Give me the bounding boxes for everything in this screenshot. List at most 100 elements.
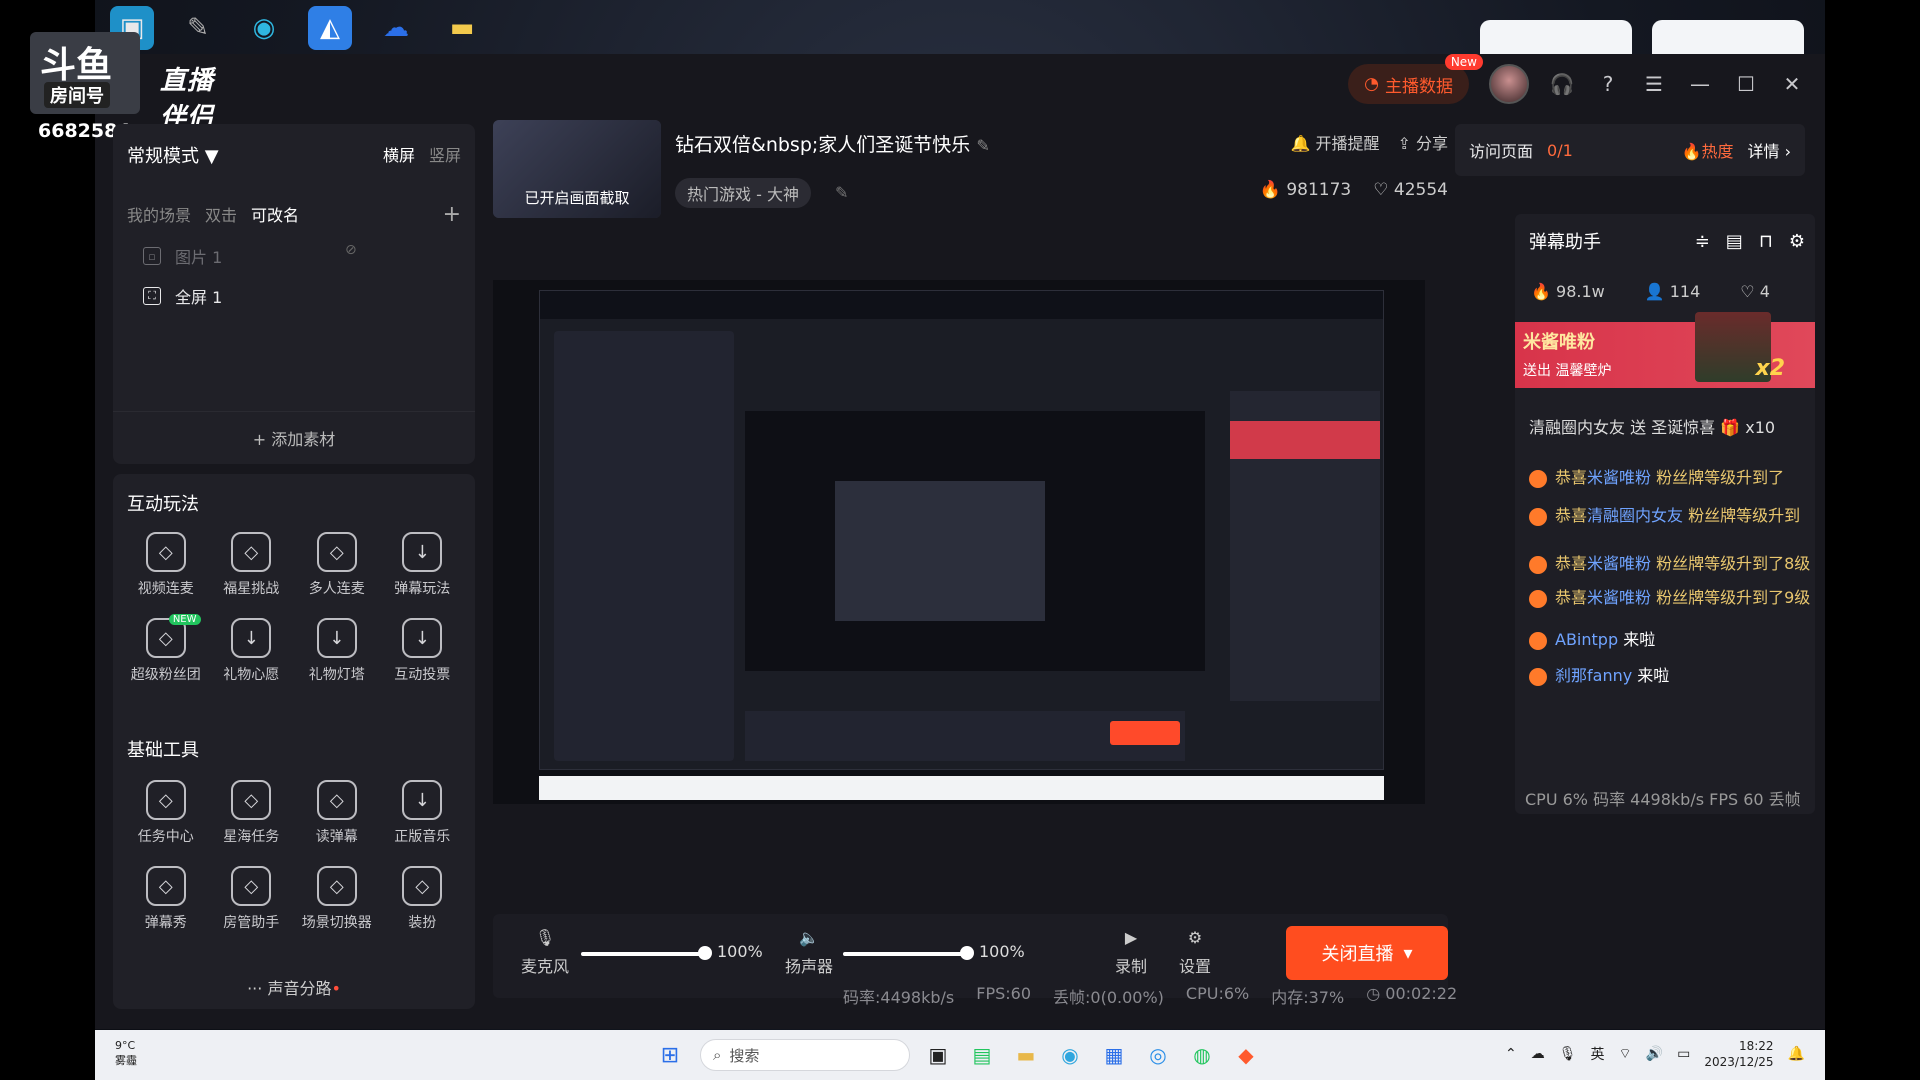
tab-renamable[interactable]: 可改名 [251, 202, 299, 227]
source-item-image[interactable]: ▫ 图片 1 [143, 244, 222, 268]
clock[interactable]: 18:22 2023/12/25 [1704, 1038, 1773, 1070]
volume-icon[interactable]: 🔊 [1646, 1046, 1663, 1062]
mic-control[interactable]: 🎙 麦克风 [521, 928, 569, 977]
photos-icon[interactable]: ◭ [308, 6, 352, 50]
mic-tray-icon[interactable]: 🎙 [1559, 1046, 1577, 1062]
headset-icon[interactable]: 🎧 [1549, 71, 1575, 97]
msg-user[interactable]: 米酱唯粉 [1587, 468, 1651, 487]
wechat-icon[interactable]: ◍ [1187, 1040, 1217, 1070]
chat-icon[interactable]: ▤ [967, 1040, 997, 1070]
tool-tv[interactable]: ◇ 弹幕秀 [123, 866, 209, 932]
enter-user[interactable]: 刹那fanny [1555, 666, 1632, 685]
tool-mic-link[interactable]: ◇ 视频连麦 [123, 532, 209, 598]
tool-shield-star[interactable]: ◇ 福星挑战 [209, 532, 295, 598]
tool-download[interactable]: ↓ 礼物心愿 [209, 618, 295, 684]
list-icon[interactable]: ▤ [1726, 231, 1743, 252]
danmu-likes-value: 4 [1759, 282, 1770, 301]
wifi-icon[interactable]: ⌔ [1619, 1045, 1632, 1063]
edge-icon[interactable]: ◉ [242, 6, 286, 50]
speaker-icon[interactable]: 🔈 [799, 928, 819, 947]
mic-slider-knob[interactable] [698, 946, 712, 960]
tool-read-danmu[interactable]: ◇ 读弹幕 [294, 780, 380, 846]
help-icon[interactable]: ? [1595, 71, 1621, 97]
msg-user[interactable]: 清融圈内女友 [1587, 506, 1683, 525]
ime-indicator[interactable]: 英 [1591, 1044, 1605, 1064]
anchor-data-button[interactable]: ◔ 主播数据 New [1348, 54, 1483, 104]
detail-link[interactable]: 详情 › [1748, 138, 1792, 162]
gear-icon: ⚙ [1187, 928, 1203, 947]
onedrive-icon[interactable]: ☁ [374, 6, 418, 50]
speaker-slider[interactable] [843, 946, 974, 960]
battery-icon[interactable]: ▭ [1677, 1046, 1690, 1062]
tool-download[interactable]: ↓ 弹幕玩法 [380, 532, 466, 598]
tool-multi-mic[interactable]: ◇ 多人连麦 [294, 532, 380, 598]
tool-house[interactable]: ◇ 房管助手 [209, 866, 295, 932]
preview-taskbar [539, 776, 1384, 800]
edit-category-icon[interactable]: ✎ [835, 183, 848, 202]
maximize-icon[interactable]: ☐ [1733, 71, 1759, 97]
stream-category[interactable]: 热门游戏 - 大神 [675, 178, 811, 208]
mode-dropdown[interactable]: 常规模式 ▼ [127, 142, 219, 168]
cloud-icon[interactable]: ☁ [1531, 1046, 1545, 1062]
danmu-message: 恭喜米酱唯粉 粉丝牌等级升到了8级 [1529, 550, 1815, 574]
notification-icon[interactable]: 🔔 [1788, 1046, 1805, 1062]
tool-smile[interactable]: ◇ 装扮 [380, 866, 466, 932]
share-button[interactable]: ⇪ 分享 [1397, 130, 1448, 154]
browser-icon[interactable]: ◎ [1143, 1040, 1173, 1070]
tool-label: 任务中心 [137, 829, 194, 845]
edge-icon[interactable]: ◉ [1055, 1040, 1085, 1070]
menu-icon[interactable]: ☰ [1641, 71, 1667, 97]
add-source-button[interactable]: + 添加素材 [113, 411, 475, 450]
speaker-control[interactable]: 🔈 扬声器 [785, 928, 833, 977]
edit-icon[interactable]: ✎ [976, 136, 989, 155]
stream-title[interactable]: 钻石双倍&nbsp;家人们圣诞节快乐 ✎ [675, 130, 990, 157]
lock-icon[interactable]: ⊓ [1759, 231, 1773, 252]
explorer-icon[interactable]: ▬ [1011, 1040, 1041, 1070]
live-preview[interactable] [493, 280, 1425, 804]
add-scene-icon[interactable]: + [443, 202, 461, 227]
weather-widget[interactable]: 9°C 雾霾 [115, 1038, 137, 1068]
tool-download[interactable]: ↓ 互动投票 [380, 618, 466, 684]
folder-icon[interactable]: ▬ [440, 6, 484, 50]
mic-slider[interactable] [581, 946, 712, 960]
tool-download[interactable]: ↓ 正版音乐 [380, 780, 466, 846]
user-badge-icon [1529, 667, 1547, 686]
avatar[interactable] [1489, 64, 1529, 104]
record-button[interactable]: ▶ 录制 [1115, 928, 1147, 977]
start-icon[interactable]: ⊞ [655, 1040, 685, 1070]
tool-scene-switch[interactable]: ◇ 场景切换器 [294, 866, 380, 932]
chevron-up-icon[interactable]: ⌃ [1505, 1046, 1517, 1062]
user-icon: 👤 [1644, 282, 1665, 301]
audio-route-button[interactable]: ··· 声音分路• [113, 975, 475, 999]
heat-link[interactable]: 🔥热度 [1682, 138, 1734, 162]
msg-user[interactable]: 米酱唯粉 [1587, 554, 1651, 573]
enter-user[interactable]: ABintpp [1555, 630, 1618, 649]
source-item-fullscreen[interactable]: ⛶ 全屏 1 [143, 284, 222, 308]
tool-super-fans[interactable]: ◇ NEW 超级粉丝团 [123, 614, 209, 684]
speaker-slider-knob[interactable] [960, 946, 974, 960]
tab-my-scene[interactable]: 我的场景 [127, 202, 191, 227]
landscape-toggle[interactable]: 横屏 [383, 142, 415, 168]
store-icon[interactable]: ▦ [1099, 1040, 1129, 1070]
minimize-icon[interactable]: — [1687, 71, 1713, 97]
taskbar-search[interactable]: ⌕ 搜索 [700, 1039, 910, 1071]
tool-task[interactable]: ◇ 任务中心 [123, 780, 209, 846]
close-icon[interactable]: ✕ [1779, 71, 1805, 97]
hidden-eye-icon[interactable]: ⊘ [345, 242, 357, 258]
gear-icon[interactable]: ⚙ [1789, 231, 1805, 252]
tool-ad[interactable]: ◇ 星海任务 [209, 780, 295, 846]
tool-download[interactable]: ↓ 礼物灯塔 [294, 618, 380, 684]
settings-button[interactable]: ⚙ 设置 [1179, 928, 1211, 977]
filter-icon[interactable]: ≑ [1695, 231, 1710, 252]
mic-percent: 100% [717, 942, 763, 961]
task-view-icon[interactable]: ▣ [923, 1040, 953, 1070]
remind-button[interactable]: 🔔 开播提醒 [1290, 130, 1379, 154]
portrait-toggle[interactable]: 竖屏 [429, 142, 461, 168]
microphone-icon[interactable]: 🎙 [535, 928, 555, 947]
douyu-app-icon[interactable]: ◆ [1231, 1040, 1261, 1070]
close-live-button[interactable]: 关闭直播 ▾ [1286, 926, 1448, 980]
tab-double-click[interactable]: 双击 [205, 202, 237, 227]
stream-thumbnail[interactable]: 已开启画面截取 [493, 120, 661, 218]
tool-label: 读弹幕 [315, 829, 358, 845]
msg-user[interactable]: 米酱唯粉 [1587, 588, 1651, 607]
